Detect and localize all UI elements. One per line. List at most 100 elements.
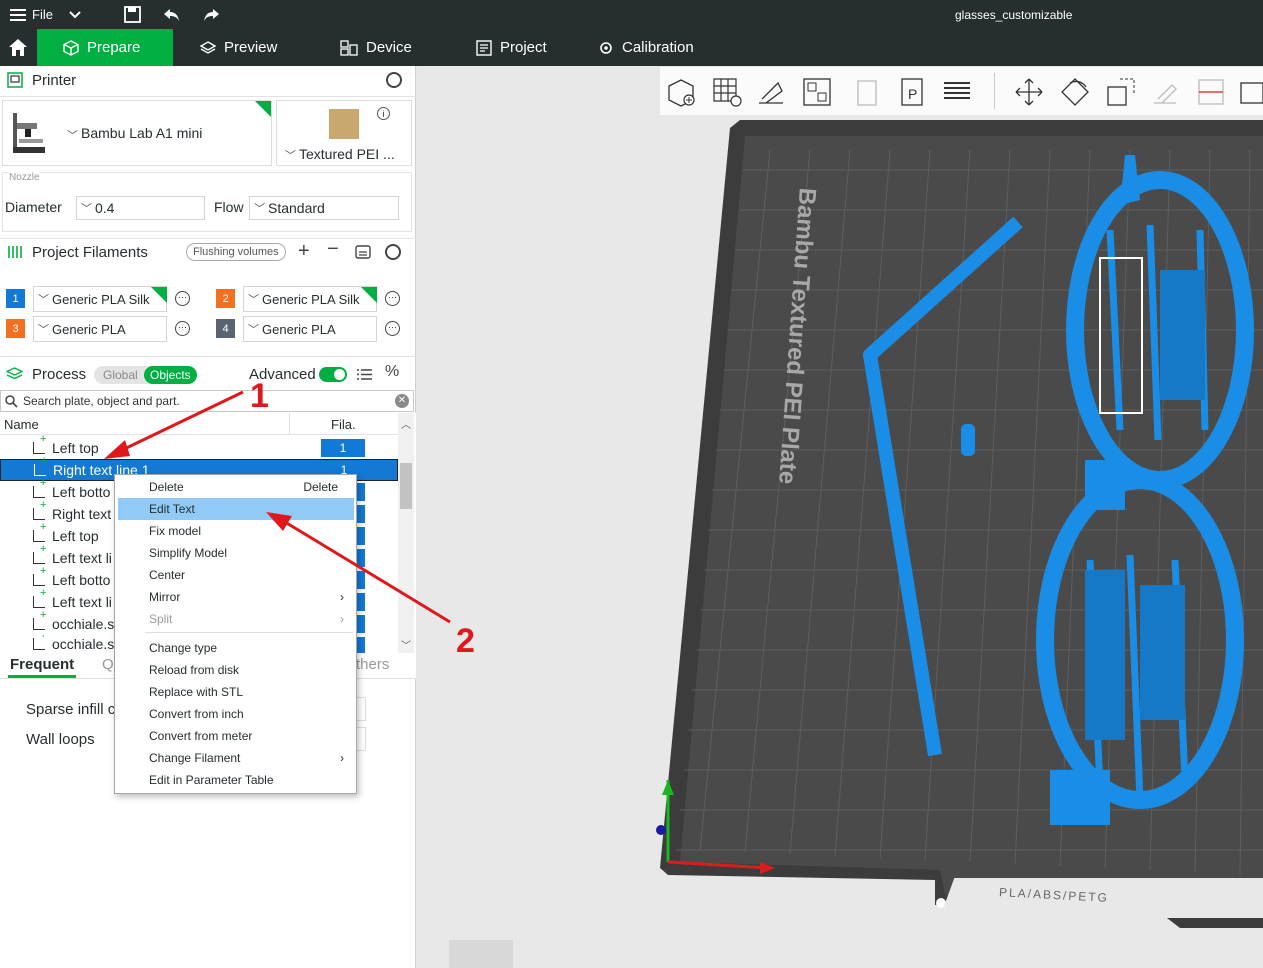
menu-item-change-type[interactable]: Change type <box>118 637 354 659</box>
part-icon <box>33 499 46 520</box>
filament-1-more-icon[interactable]: ··· <box>175 291 190 306</box>
filament-2-badge[interactable]: 2 <box>216 289 235 308</box>
advanced-toggle[interactable] <box>319 367 347 382</box>
list-item[interactable]: Left top1 <box>0 433 398 459</box>
sync-ams-icon[interactable] <box>355 244 371 260</box>
tab-others[interactable]: thers <box>356 656 389 673</box>
menu-item-center[interactable]: Center <box>118 564 354 586</box>
cut-icon[interactable] <box>1196 77 1226 107</box>
lay-on-face-icon[interactable] <box>1150 77 1180 107</box>
object-list-scrollbar[interactable]: ︿ ﹀ <box>398 413 414 653</box>
filament-1-select[interactable]: ﹀ Generic PLA Silk <box>33 286 167 312</box>
redo-icon[interactable] <box>202 0 220 29</box>
file-dropdown-chevron-icon[interactable] <box>68 0 82 29</box>
column-fila-header[interactable]: Fila. <box>331 417 356 432</box>
info-icon[interactable]: i <box>377 107 390 120</box>
save-icon[interactable] <box>124 0 141 29</box>
arrange-icon[interactable] <box>802 77 832 107</box>
wall-loops-input[interactable] <box>356 727 366 751</box>
menu-item-convert-from-meter[interactable]: Convert from meter <box>118 725 354 747</box>
menu-item-simplify-model[interactable]: Simplify Model <box>118 542 354 564</box>
printer-section-header: Printer <box>0 66 416 94</box>
viewport-mini-widget[interactable] <box>449 940 513 968</box>
tab-prepare[interactable]: Prepare <box>37 29 173 66</box>
filament-4-select[interactable]: ﹀ Generic PLA <box>243 316 377 342</box>
tab-project[interactable]: Project <box>466 29 557 66</box>
scrollbar-thumb[interactable] <box>400 463 412 509</box>
clear-search-icon[interactable]: ✕ <box>395 394 409 408</box>
search-box[interactable]: Search plate, object and part. ✕ <box>0 390 414 412</box>
filament-4-more-icon[interactable]: ··· <box>385 321 400 336</box>
process-layers-icon <box>6 367 23 380</box>
search-placeholder: Search plate, object and part. <box>23 394 180 408</box>
glasses-pin[interactable] <box>961 424 975 456</box>
menu-item-edit-in-parameter-table[interactable]: Edit in Parameter Table <box>118 769 354 791</box>
diameter-select[interactable]: ﹀ 0.4 <box>76 196 205 220</box>
add-plate-icon[interactable] <box>712 77 742 107</box>
tab-preview[interactable]: Preview <box>190 29 287 66</box>
plate-type-selector[interactable]: i ﹀ Textured PEI ... <box>276 100 412 166</box>
plate-thumbnail <box>329 109 359 139</box>
add-filament-icon[interactable]: + <box>298 240 310 263</box>
layers-edit-icon[interactable] <box>942 77 972 107</box>
menu-item-mirror[interactable]: Mirror › <box>118 586 354 608</box>
menu-item-delete[interactable]: Delete Delete <box>118 476 354 498</box>
tab-calibration[interactable]: Calibration <box>588 29 704 66</box>
menu-item-label: Split <box>149 612 173 626</box>
flow-select[interactable]: ﹀ Standard <box>249 196 399 220</box>
printer-model-selector[interactable]: ﹀ Bambu Lab A1 mini <box>2 100 272 166</box>
undo-icon[interactable] <box>163 0 181 29</box>
scale-icon[interactable] <box>1106 77 1136 107</box>
list-view-icon[interactable] <box>357 368 372 381</box>
file-menu[interactable]: File <box>10 0 53 29</box>
tab-device[interactable]: Device <box>330 29 422 66</box>
home-icon[interactable] <box>0 29 36 66</box>
objects-toggle-label[interactable]: Objects <box>144 366 197 384</box>
move-icon[interactable] <box>1014 77 1044 107</box>
layers-icon <box>200 40 216 54</box>
filament-2-select[interactable]: ﹀ Generic PLA Silk <box>243 286 377 312</box>
split-parts-icon[interactable]: P <box>898 77 928 107</box>
tab-frequent[interactable]: Frequent <box>10 656 74 673</box>
menu-item-edit-text[interactable]: Edit Text <box>118 498 354 520</box>
filament-4-badge[interactable]: 4 <box>216 319 235 338</box>
compare-percent-icon[interactable]: % <box>385 363 399 381</box>
menu-item-split[interactable]: Split › <box>118 608 354 630</box>
scroll-down-icon[interactable]: ﹀ <box>401 637 411 652</box>
filament-1-badge[interactable]: 1 <box>6 289 25 308</box>
filament-4-chevron-icon: ﹀ <box>248 324 259 336</box>
split-objects-icon[interactable] <box>852 77 882 107</box>
filament-settings-gear-icon[interactable] <box>385 244 401 260</box>
menu-item-change-filament[interactable]: Change Filament › <box>118 747 354 769</box>
filament-3-badge[interactable]: 3 <box>6 319 25 338</box>
global-objects-toggle[interactable]: Global Objects <box>94 366 197 384</box>
submenu-chevron-icon: › <box>340 590 344 604</box>
add-object-icon[interactable] <box>666 77 696 107</box>
build-plate-scene[interactable] <box>417 66 1263 968</box>
filament-cell[interactable]: 1 <box>321 439 365 457</box>
global-toggle-label[interactable]: Global <box>103 368 138 382</box>
auto-orient-icon[interactable] <box>756 77 786 107</box>
menu-item-reload-from-disk[interactable]: Reload from disk <box>118 659 354 681</box>
tab-quality[interactable]: Q <box>102 656 114 673</box>
remove-filament-icon[interactable]: − <box>327 238 339 261</box>
menu-item-label: Simplify Model <box>149 546 228 560</box>
filament-2-more-icon[interactable]: ··· <box>385 291 400 306</box>
object-list-header: Name Fila. <box>0 413 398 435</box>
column-name-header[interactable]: Name <box>4 417 39 432</box>
filament-2-chevron-icon: ﹀ <box>248 294 259 306</box>
menu-item-convert-from-inch[interactable]: Convert from inch <box>118 703 354 725</box>
main-tab-bar: Prepare Preview Device Project Calibrati… <box>0 29 1263 66</box>
mesh-boolean-icon[interactable] <box>1238 77 1263 107</box>
filament-3-more-icon[interactable]: ··· <box>175 321 190 336</box>
printer-settings-gear-icon[interactable] <box>386 72 402 88</box>
diameter-value: 0.4 <box>95 200 115 216</box>
menu-item-replace-with-stl[interactable]: Replace with STL <box>118 681 354 703</box>
3d-viewport[interactable]: Bambu Textured PEI Plate PLA/ABS/PETG <box>417 66 1263 968</box>
menu-item-fix-model[interactable]: Fix model <box>118 520 354 542</box>
sparse-infill-input[interactable] <box>356 697 366 721</box>
filament-3-select[interactable]: ﹀ Generic PLA <box>33 316 167 342</box>
rotate-icon[interactable] <box>1060 77 1090 107</box>
scroll-up-icon[interactable]: ︿ <box>401 416 411 431</box>
flushing-volumes-button[interactable]: Flushing volumes <box>186 243 286 261</box>
